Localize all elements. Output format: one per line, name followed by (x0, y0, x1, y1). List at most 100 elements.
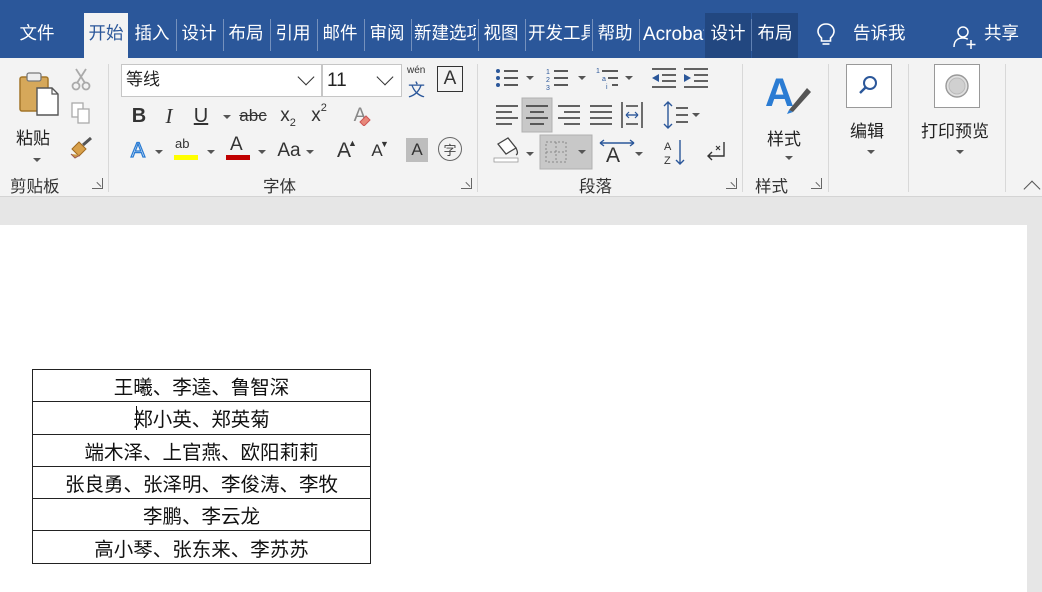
collapse-ribbon-icon[interactable] (1023, 180, 1041, 198)
paragraph-dialog-launcher[interactable] (726, 178, 737, 189)
sort-icon[interactable]: A Z (664, 140, 685, 167)
paragraph-direction-icon[interactable] (707, 142, 725, 161)
align-right-icon[interactable] (558, 105, 580, 125)
group-separator (1005, 64, 1006, 192)
tab-acrobat[interactable]: Acrobat (640, 13, 704, 58)
tab-layout[interactable]: 布局 (224, 13, 268, 58)
table-cell[interactable]: 张良勇、张泽明、李俊涛、李牧 (32, 465, 371, 500)
font-name-combo[interactable]: 等线 (121, 64, 322, 97)
styles-dropdown-caret (785, 156, 793, 160)
cut-button[interactable] (68, 66, 94, 92)
grow-font-button[interactable]: A ▲ (331, 137, 357, 165)
tab-new-tab[interactable]: 新建选项卡 (412, 13, 476, 58)
center-pressed-bg (521, 97, 553, 133)
underline-dropdown-caret[interactable] (223, 115, 231, 119)
font-size-combo[interactable]: 11 (322, 64, 402, 97)
tab-table-layout[interactable]: 布局 (752, 13, 798, 58)
decrease-indent-icon[interactable] (652, 68, 676, 88)
tab-references[interactable]: 引用 (271, 13, 315, 58)
group-separator (742, 64, 743, 192)
styles-button[interactable]: A 样式 (757, 64, 817, 166)
character-border-button[interactable]: A (437, 66, 463, 92)
font-name-value: 等线 (126, 70, 160, 90)
print-preview-button[interactable]: 打印预览 (918, 62, 998, 166)
change-case-char: Aa (277, 140, 301, 161)
eraser-icon (359, 115, 371, 126)
text-effects-button[interactable]: A (126, 137, 150, 165)
multilevel-list-icon[interactable]: 1 a i (596, 68, 633, 91)
styles-icon: A (765, 71, 811, 115)
grow-arrow-icon: ▲ (348, 138, 357, 148)
table-cell[interactable]: 郑小英、郑英菊 (32, 401, 371, 435)
tab-insert[interactable]: 插入 (130, 13, 174, 58)
distributed-icon[interactable] (621, 102, 643, 128)
change-case-dropdown-caret[interactable] (306, 150, 314, 154)
tab-review[interactable]: 审阅 (365, 13, 409, 58)
copy-button[interactable] (68, 100, 94, 126)
table-cell[interactable]: 李鹏、李云龙 (32, 498, 371, 532)
highlight-button[interactable]: ab (172, 136, 200, 166)
change-case-button[interactable]: Aa (274, 137, 304, 165)
lightbulb-icon (817, 23, 835, 45)
tab-file[interactable]: 文件 (8, 13, 66, 58)
styles-dialog-launcher[interactable] (811, 178, 822, 189)
strikethrough-char: abc (239, 106, 267, 125)
line-spacing-icon[interactable] (663, 101, 700, 129)
character-shading-button[interactable]: A (406, 138, 428, 162)
tab-table-design[interactable]: 设计 (705, 13, 751, 58)
clipboard-dialog-launcher[interactable] (92, 178, 103, 189)
subscript-char: x (280, 105, 290, 126)
svg-text:A: A (606, 144, 620, 167)
subscript-button[interactable]: x2 (275, 102, 301, 130)
document-area: 王曦、李逵、鲁智深 郑小英、郑英菊 端木泽、上官燕、欧阳莉莉 张良勇、张泽明、李… (0, 197, 1042, 592)
font-dialog-launcher[interactable] (461, 178, 472, 189)
styles-button-label: 样式 (767, 130, 801, 150)
document-page[interactable]: 王曦、李逵、鲁智深 郑小英、郑英菊 端木泽、上官燕、欧阳莉莉 张良勇、张泽明、李… (0, 225, 1027, 592)
bullets-icon[interactable] (496, 69, 534, 87)
shrink-font-button[interactable]: A ▼ (364, 137, 390, 165)
shading-icon[interactable] (493, 137, 534, 163)
italic-button[interactable]: I (156, 102, 182, 130)
tab-design[interactable]: 设计 (177, 13, 221, 58)
paragraph-group-label: 段落 (579, 177, 612, 196)
paste-button[interactable]: 粘贴 (12, 66, 62, 164)
highlight-text: ab (175, 136, 190, 151)
strikethrough-button[interactable]: abc (238, 102, 268, 130)
highlight-dropdown-caret[interactable] (207, 150, 215, 154)
font-size-value: 11 (327, 70, 347, 91)
text-effects-dropdown-caret[interactable] (155, 150, 163, 154)
font-color-dropdown-caret[interactable] (258, 150, 266, 154)
numbering-icon[interactable]: 1 2 3 (546, 69, 586, 92)
asian-layout-icon[interactable]: A (599, 139, 643, 167)
bold-char: B (131, 104, 147, 127)
clear-formatting-button[interactable]: A (346, 102, 374, 130)
ribbon: 粘贴 剪贴板 等线 11 wén 文 A B I U abc x 2 x 2 A… (0, 58, 1042, 198)
phonetic-guide-bottom: 文 (408, 81, 425, 101)
svg-text:3: 3 (546, 85, 550, 92)
table-row: 郑小英、郑英菊 (32, 401, 371, 435)
tab-developer[interactable]: 开发工具 (526, 13, 590, 58)
font-color-button[interactable]: A (224, 134, 252, 166)
enclose-characters-button[interactable]: 字 (438, 137, 462, 161)
bold-button[interactable]: B (126, 102, 152, 130)
svg-text:1: 1 (546, 69, 550, 76)
justify-icon[interactable] (590, 105, 612, 125)
tab-view[interactable]: 视图 (479, 13, 523, 58)
table-cell[interactable]: 端木泽、上官燕、欧阳莉莉 (32, 433, 371, 467)
phonetic-guide-button[interactable]: wén 文 (404, 64, 432, 101)
tab-home[interactable]: 开始 (84, 13, 128, 58)
print-preview-label: 打印预览 (921, 122, 989, 142)
table-cell[interactable]: 王曦、李逵、鲁智深 (32, 368, 371, 403)
superscript-button[interactable]: x2 (306, 102, 332, 130)
format-painter-button[interactable] (68, 135, 96, 161)
tab-help[interactable]: 帮助 (593, 13, 637, 58)
tab-mailings[interactable]: 邮件 (318, 13, 362, 58)
chevron-down-icon (297, 68, 315, 86)
increase-indent-icon[interactable] (684, 68, 708, 88)
editing-button[interactable]: 编辑 (842, 62, 898, 166)
phonetic-guide-top: wén (407, 65, 426, 76)
table-cell[interactable]: 高小琴、张东来、李苏苏 (32, 530, 371, 564)
underline-button[interactable]: U (188, 102, 214, 130)
align-left-icon[interactable] (496, 105, 518, 125)
svg-text:a: a (602, 76, 606, 83)
